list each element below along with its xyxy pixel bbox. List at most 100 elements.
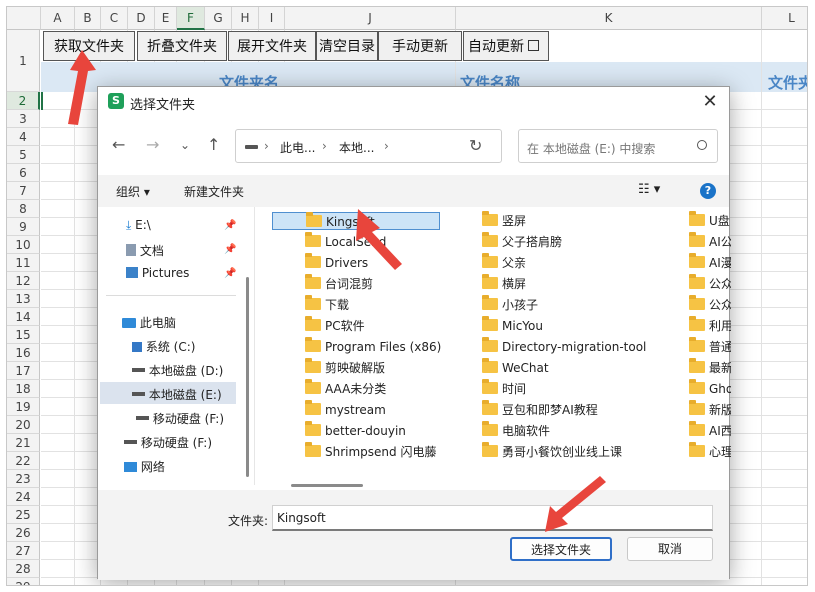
pin-icon[interactable]: 📌 xyxy=(224,220,236,231)
refresh-icon[interactable]: ↻ xyxy=(469,136,482,155)
nav-item-drive-c[interactable]: 系统 (C:) xyxy=(132,338,195,355)
list-item[interactable]: AI公 xyxy=(689,232,731,251)
row-header[interactable]: 26 xyxy=(7,524,40,542)
row-header[interactable]: 8 xyxy=(7,200,40,218)
row-header[interactable]: 9 xyxy=(7,218,40,236)
corner-select-all[interactable] xyxy=(7,7,41,30)
row-header[interactable]: 7 xyxy=(7,182,40,200)
search-box[interactable]: 在 本地磁盘 (E:) 中搜索 xyxy=(518,129,718,163)
list-item[interactable]: 剪映破解版 xyxy=(305,358,385,377)
list-item[interactable]: 公众 xyxy=(689,274,731,293)
breadcrumb-this-pc[interactable]: 此电... xyxy=(280,139,315,156)
nav-item-removable-f[interactable]: 移动硬盘 (F:) xyxy=(124,434,212,451)
column-header-i[interactable]: I xyxy=(259,7,285,30)
list-item[interactable]: mystream xyxy=(305,400,386,419)
list-item[interactable]: Gho xyxy=(689,379,731,398)
row-header[interactable]: 15 xyxy=(7,326,40,344)
list-item[interactable]: 普通 xyxy=(689,337,731,356)
nav-item-e-drive[interactable]: ⤓ E:\ xyxy=(126,218,151,233)
cancel-button[interactable]: 取消 xyxy=(627,537,713,561)
row-header[interactable]: 28 xyxy=(7,560,40,578)
expand-folder-button[interactable]: 展开文件夹 xyxy=(228,31,316,61)
list-item[interactable]: Program Files (x86) xyxy=(305,337,441,356)
row-header[interactable]: 21 xyxy=(7,434,40,452)
nav-item-this-pc[interactable]: 此电脑 xyxy=(122,314,176,331)
row-header[interactable]: 12 xyxy=(7,272,40,290)
list-item[interactable]: 利用 xyxy=(689,316,731,335)
select-folder-button[interactable]: 选择文件夹 xyxy=(510,537,612,561)
row-header[interactable]: 18 xyxy=(7,380,40,398)
file-list-scrollbar[interactable] xyxy=(291,484,363,487)
column-header-b[interactable]: B xyxy=(75,7,101,30)
row-header[interactable]: 29 xyxy=(7,578,40,585)
collapse-folder-button[interactable]: 折叠文件夹 xyxy=(137,31,227,61)
list-item[interactable]: PC软件 xyxy=(305,316,365,335)
list-item[interactable]: MicYou xyxy=(482,316,543,335)
nav-pane-scrollbar[interactable] xyxy=(246,277,249,477)
row-header[interactable]: 25 xyxy=(7,506,40,524)
auto-update-toggle[interactable]: 自动更新 xyxy=(463,31,549,61)
list-item[interactable]: 勇哥小餐饮创业线上课 xyxy=(482,442,622,461)
list-item[interactable]: AI漫 xyxy=(689,253,731,272)
view-options-icon[interactable]: ☷ ▾ xyxy=(638,182,660,197)
pin-icon[interactable]: 📌 xyxy=(224,268,236,279)
folder-name-input[interactable]: Kingsoft xyxy=(272,505,713,531)
list-item[interactable]: LocalSend xyxy=(305,232,386,251)
list-item[interactable]: 豆包和即梦AI教程 xyxy=(482,400,598,419)
list-item-kingsoft[interactable]: Kingsoft xyxy=(272,212,440,230)
help-icon[interactable]: ? xyxy=(700,183,716,199)
list-item[interactable]: 小孩子 xyxy=(482,295,538,314)
row-header[interactable]: 10 xyxy=(7,236,40,254)
column-header-e[interactable]: E xyxy=(155,7,177,30)
nav-item-drive-f[interactable]: 移动硬盘 (F:) xyxy=(136,410,224,427)
row-header[interactable]: 1 xyxy=(7,30,40,92)
pin-icon[interactable]: 📌 xyxy=(224,244,236,255)
list-item[interactable]: 时间 xyxy=(482,379,526,398)
row-header[interactable]: 20 xyxy=(7,416,40,434)
nav-item-drive-e[interactable]: 本地磁盘 (E:) xyxy=(100,382,236,404)
row-header[interactable]: 2 xyxy=(7,92,40,110)
nav-item-network[interactable]: 网络 xyxy=(124,458,165,475)
get-folder-button[interactable]: 获取文件夹 xyxy=(43,31,135,61)
list-item[interactable]: better-douyin xyxy=(305,421,406,440)
column-header-d[interactable]: D xyxy=(128,7,155,30)
list-item[interactable]: Directory-migration-tool xyxy=(482,337,646,356)
list-item[interactable]: 竖屏 xyxy=(482,211,526,230)
column-header-f[interactable]: F xyxy=(177,7,205,30)
list-item[interactable]: 横屏 xyxy=(482,274,526,293)
list-item[interactable]: 公众 xyxy=(689,295,731,314)
row-header[interactable]: 19 xyxy=(7,398,40,416)
nav-item-pictures[interactable]: Pictures xyxy=(126,266,189,280)
nav-item-drive-d[interactable]: 本地磁盘 (D:) xyxy=(132,362,223,379)
up-arrow-icon[interactable]: ↑ xyxy=(207,135,220,154)
list-item[interactable]: 电脑软件 xyxy=(482,421,550,440)
list-item[interactable]: 新版 xyxy=(689,400,731,419)
column-header-k[interactable]: K xyxy=(456,7,762,30)
back-arrow-icon[interactable]: ← xyxy=(112,135,125,154)
list-item[interactable]: 心理 xyxy=(689,442,731,461)
column-header-j[interactable]: J xyxy=(285,7,456,30)
dialog-titlebar[interactable]: S 选择文件夹 ✕ xyxy=(98,87,729,117)
row-header[interactable]: 3 xyxy=(7,110,40,128)
list-item[interactable]: 父子搭肩膀 xyxy=(482,232,562,251)
list-item[interactable]: AI西 xyxy=(689,421,731,440)
clear-directory-button[interactable]: 清空目录 xyxy=(316,31,378,61)
row-header[interactable]: 11 xyxy=(7,254,40,272)
row-header[interactable]: 4 xyxy=(7,128,40,146)
list-item[interactable]: 父亲 xyxy=(482,253,526,272)
organize-button[interactable]: 组织 ▾ xyxy=(116,183,150,200)
auto-update-checkbox[interactable] xyxy=(528,40,539,51)
close-icon[interactable]: ✕ xyxy=(699,91,721,113)
breadcrumb-local-disk[interactable]: 本地... xyxy=(339,139,374,156)
list-item[interactable]: 下载 xyxy=(305,295,349,314)
row-header[interactable]: 24 xyxy=(7,488,40,506)
list-item[interactable]: 最新 xyxy=(689,358,731,377)
list-item[interactable]: Drivers xyxy=(305,253,368,272)
recent-chevron-down-icon[interactable]: ⌄ xyxy=(180,138,190,152)
row-header[interactable]: 17 xyxy=(7,362,40,380)
column-header-h[interactable]: H xyxy=(232,7,259,30)
list-item[interactable]: 台词混剪 xyxy=(305,274,373,293)
column-header-a[interactable]: A xyxy=(41,7,75,30)
row-header[interactable]: 14 xyxy=(7,308,40,326)
manual-update-button[interactable]: 手动更新 xyxy=(378,31,462,61)
